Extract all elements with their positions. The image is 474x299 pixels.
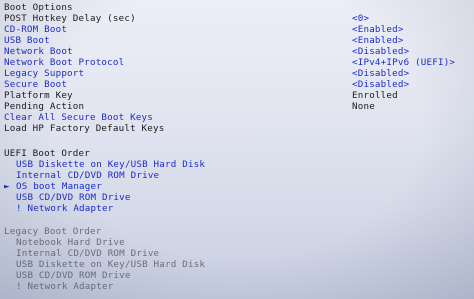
boot-item-label[interactable]: USB CD/DVD ROM Drive — [16, 192, 131, 203]
option-row-clear-secure-boot-keys[interactable]: Clear All Secure Boot Keys — [0, 112, 474, 123]
option-row-legacy-support[interactable]: Legacy Support <Disabled> — [0, 68, 474, 79]
option-row-cdrom-boot[interactable]: CD-ROM Boot <Enabled> — [0, 24, 474, 35]
uefi-boot-order-heading: UEFI Boot Order — [4, 148, 90, 159]
page-title-row: Boot Options — [0, 2, 474, 13]
uefi-boot-order-heading-row: UEFI Boot Order — [0, 148, 474, 159]
option-label[interactable]: USB Boot — [4, 35, 50, 46]
option-label[interactable]: Network Boot Protocol — [4, 57, 124, 68]
option-label[interactable]: Clear All Secure Boot Keys — [4, 112, 153, 123]
option-value[interactable]: <Disabled> — [352, 46, 409, 57]
page-title: Boot Options — [4, 2, 73, 13]
option-row-platform-key: Platform Key Enrolled — [0, 90, 474, 101]
option-label[interactable]: Load HP Factory Default Keys — [4, 123, 164, 134]
uefi-boot-item-selected[interactable]: ► OS boot Manager — [0, 181, 474, 192]
option-label[interactable]: Network Boot — [4, 46, 73, 57]
option-label: Pending Action — [4, 101, 85, 112]
boot-item-label: ! Network Adapter — [16, 281, 114, 292]
option-value[interactable]: <Disabled> — [352, 68, 409, 79]
option-row-secure-boot[interactable]: Secure Boot <Disabled> — [0, 79, 474, 90]
option-value: Enrolled — [352, 90, 398, 101]
option-row-usb-boot[interactable]: USB Boot <Enabled> — [0, 35, 474, 46]
boot-item-label: Internal CD/DVD ROM Drive — [16, 248, 160, 259]
option-label[interactable]: CD-ROM Boot — [4, 24, 67, 35]
boot-item-label: USB CD/DVD ROM Drive — [16, 270, 131, 281]
option-row-post-hotkey-delay[interactable]: POST Hotkey Delay (sec) <0> — [0, 13, 474, 24]
legacy-boot-item: ! Network Adapter — [0, 281, 474, 292]
option-value: None — [352, 101, 375, 112]
option-label: Platform Key — [4, 90, 73, 101]
option-value[interactable]: <IPv4+IPv6 (UEFI)> — [352, 57, 455, 68]
boot-item-label: USB Diskette on Key/USB Hard Disk — [16, 259, 206, 270]
boot-item-label[interactable]: ! Network Adapter — [16, 203, 113, 214]
option-row-pending-action: Pending Action None — [0, 101, 474, 112]
option-label[interactable]: Legacy Support — [4, 68, 84, 79]
legacy-boot-item: Notebook Hard Drive — [0, 237, 474, 248]
option-row-network-boot[interactable]: Network Boot <Disabled> — [0, 46, 474, 57]
legacy-boot-item: USB Diskette on Key/USB Hard Disk — [0, 259, 474, 270]
option-label: POST Hotkey Delay (sec) — [4, 13, 136, 24]
legacy-boot-order-heading-row: Legacy Boot Order — [0, 226, 474, 237]
option-value[interactable]: <Enabled> — [352, 35, 404, 46]
option-value[interactable]: <Enabled> — [352, 24, 404, 35]
legacy-boot-item: USB CD/DVD ROM Drive — [0, 270, 474, 281]
uefi-boot-item[interactable]: USB Diskette on Key/USB Hard Disk — [0, 159, 474, 170]
legacy-boot-order-heading: Legacy Boot Order — [4, 226, 102, 237]
option-value[interactable]: <Disabled> — [352, 79, 409, 90]
selection-cursor-icon: ► — [4, 181, 10, 192]
uefi-boot-item[interactable]: ! Network Adapter — [0, 203, 474, 214]
option-value[interactable]: <0> — [352, 13, 369, 24]
boot-item-label[interactable]: Internal CD/DVD ROM Drive — [16, 170, 159, 181]
legacy-boot-item: Internal CD/DVD ROM Drive — [0, 248, 474, 259]
option-label[interactable]: Secure Boot — [4, 79, 67, 90]
bios-boot-options-screen: Boot Options POST Hotkey Delay (sec) <0>… — [0, 0, 474, 299]
boot-item-label[interactable]: USB Diskette on Key/USB Hard Disk — [16, 159, 205, 170]
uefi-boot-item[interactable]: USB CD/DVD ROM Drive — [0, 192, 474, 203]
option-row-load-factory-keys[interactable]: Load HP Factory Default Keys — [0, 123, 474, 134]
boot-item-label[interactable]: OS boot Manager — [16, 181, 102, 192]
option-row-network-boot-protocol[interactable]: Network Boot Protocol <IPv4+IPv6 (UEFI)> — [0, 57, 474, 68]
uefi-boot-item[interactable]: Internal CD/DVD ROM Drive — [0, 170, 474, 181]
boot-item-label: Notebook Hard Drive — [16, 237, 125, 248]
